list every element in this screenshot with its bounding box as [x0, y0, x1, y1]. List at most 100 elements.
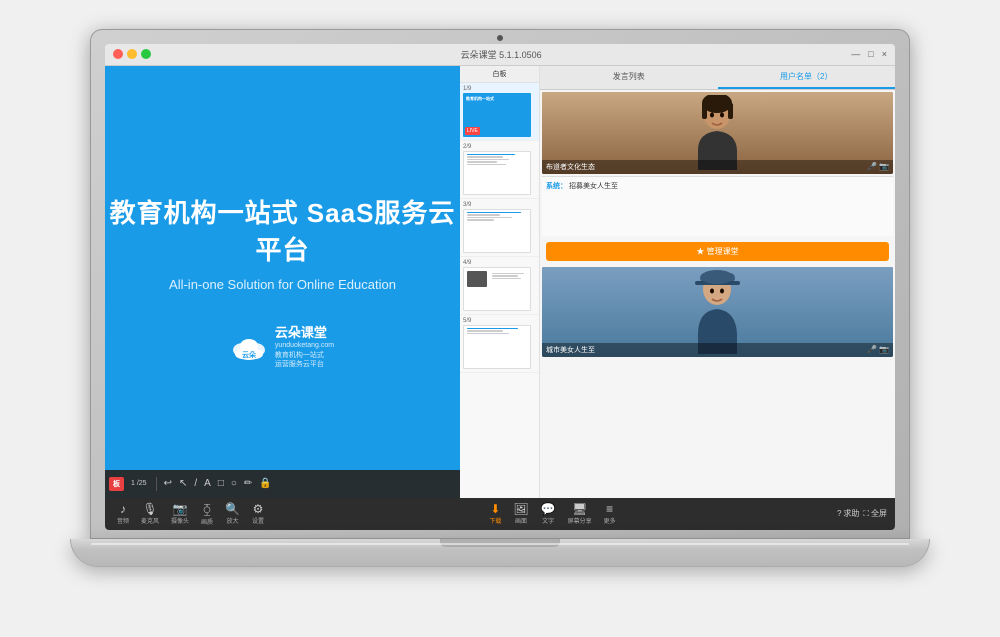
cam-label: 摄像头 [171, 516, 189, 525]
board-button[interactable]: 板 [109, 477, 124, 491]
chat-area: 系统： 招募美女人生至 [542, 176, 893, 236]
zoom-icon: 🔍 [225, 502, 240, 516]
live-badge: LIVE [465, 127, 480, 135]
thumb-num-3: 3/9 [463, 202, 536, 208]
bottom-btn-mic[interactable]: 🎙 麦克风 [137, 502, 163, 525]
chat-label: 文字 [542, 516, 554, 525]
tab-user-list[interactable]: 用户名单（2） [718, 66, 896, 89]
cam-icon: 📷 [173, 502, 188, 516]
thumb-img-3 [463, 209, 531, 253]
video-overlay-2: 城市美女人生至 🎤 📷 [542, 343, 893, 357]
bottom-btn-more[interactable]: ≡ 更多 [600, 502, 620, 525]
thumb-img-5 [463, 325, 531, 369]
bottom-btn-settings[interactable]: ⚙ 设置 [248, 502, 268, 525]
logo-tagline: yunduoketang.com 教育机构一站式 运营服务云平台 [275, 341, 334, 370]
tab-speech-list[interactable]: 发言列表 [540, 66, 718, 89]
more-label: 更多 [604, 516, 616, 525]
share-label: 屏幕分享 [568, 516, 592, 525]
slide-logo: 云朵 云朵课堂 yunduoketang.com 教育机构一站式 运营服务云平台 [105, 322, 460, 370]
video-item-1: 布道者文化生态 🎤 📷 [542, 92, 893, 174]
chat-message: 系统： 招募美女人生至 [546, 181, 889, 191]
text-icon[interactable]: A [202, 478, 213, 489]
video-name-1: 布道者文化生态 [546, 162, 595, 172]
audio-icon: ♪ [120, 502, 126, 516]
help-button[interactable]: ? 求助 [837, 508, 859, 519]
page-info: 1 /25 [127, 480, 151, 487]
slide-thumbnail-2[interactable]: 2/9 [460, 141, 539, 199]
bottom-btn-audio[interactable]: ♪ 音频 [113, 502, 133, 525]
app-window: 云朵课堂 5.1.1.0506 — □ × 教育机构一站式 SaaS服务云平台 … [105, 44, 895, 530]
pen-icon[interactable]: / [192, 478, 199, 489]
settings-label: 设置 [252, 516, 264, 525]
download-icon: ⬇ [490, 502, 500, 516]
window-title: 云朵课堂 5.1.1.0506 [151, 48, 851, 61]
video-item-2: 城市美女人生至 🎤 📷 [542, 267, 893, 357]
laptop-screen-bezel: 云朵课堂 5.1.1.0506 — □ × 教育机构一站式 SaaS服务云平台 … [90, 29, 910, 539]
fullscreen-label: 全屏 [871, 508, 887, 519]
shape-icon[interactable]: □ [216, 478, 226, 489]
zoom-label: 放大 [227, 516, 239, 525]
quality-label: 画质 [201, 517, 213, 526]
help-label: 求助 [843, 508, 859, 519]
title-close-icon[interactable]: × [882, 49, 887, 59]
bottom-btn-chat[interactable]: 💬 文字 [537, 502, 560, 525]
thumb-img-2 [463, 151, 531, 195]
title-minimize-icon[interactable]: — [851, 49, 860, 59]
bottom-btn-quality[interactable]: ⧲ 画质 [197, 502, 217, 526]
slide-thumbnail-1[interactable]: 1/9 教育机构一站式 LIVE [460, 83, 539, 141]
audio-label: 音频 [117, 516, 129, 525]
thumb-img-1: 教育机构一站式 LIVE [463, 93, 531, 137]
bottom-btn-screen[interactable]: 🖼 画面 [509, 502, 532, 525]
lock-icon[interactable]: 🔒 [257, 478, 273, 489]
slide-panel-header: 白板 [460, 66, 539, 83]
person-silhouette-bottom [690, 269, 745, 354]
title-bar-right: — □ × [851, 49, 887, 59]
minimize-button[interactable] [127, 49, 137, 59]
bottom-btn-zoom[interactable]: 🔍 放大 [221, 502, 244, 525]
laptop-base [70, 539, 930, 567]
video-panel: 发言列表 用户名单（2） [540, 66, 895, 498]
presentation-area: 教育机构一站式 SaaS服务云平台 All-in-one Solution fo… [105, 66, 460, 498]
slide-thumbnail-3[interactable]: 3/9 [460, 199, 539, 257]
screen-label: 画面 [515, 516, 527, 525]
help-icon: ? [837, 509, 841, 518]
mic-icon-2: 🎤 [867, 345, 877, 354]
title-restore-icon[interactable]: □ [868, 49, 873, 59]
share-icon: 🖥 [572, 502, 587, 516]
cam-icon-2: 📷 [879, 345, 889, 354]
main-content: 教育机构一站式 SaaS服务云平台 All-in-one Solution fo… [105, 66, 895, 498]
app-bottom-toolbar: ♪ 音频 🎙 麦克风 📷 摄像头 ⧲ 画质 [105, 498, 895, 530]
chat-icon: 💬 [541, 502, 556, 516]
thumb-img-4 [463, 267, 531, 311]
logo-cloud-icon: 云朵 [231, 332, 267, 360]
slide-thumbnail-4[interactable]: 4/9 [460, 257, 539, 315]
bottom-btn-cam[interactable]: 📷 摄像头 [167, 502, 193, 525]
presentation-toolbar: 板 1 /25 ↩ ↖ / A □ ○ ✏ 🔒 [105, 470, 460, 498]
cam-icon-1: 📷 [879, 162, 889, 171]
more-icon: ≡ [606, 502, 613, 516]
logo-name: 云朵课堂 [275, 322, 334, 341]
video-overlay-1: 布道者文化生态 🎤 📷 [542, 160, 893, 174]
bottom-btn-download[interactable]: ⬇ 下载 [485, 502, 505, 525]
circle-icon[interactable]: ○ [229, 478, 239, 489]
window-controls [113, 49, 151, 59]
fullscreen-icon: ⛶ [863, 509, 869, 519]
screen-icon: 🖼 [513, 502, 528, 516]
eraser-icon[interactable]: ✏ [242, 478, 254, 489]
video-list: 布道者文化生态 🎤 📷 系统： [540, 90, 895, 498]
maximize-button[interactable] [141, 49, 151, 59]
slide-thumbnail-5[interactable]: 5/9 [460, 315, 539, 373]
fullscreen-button[interactable]: ⛶ 全屏 [863, 508, 887, 519]
toolbar-divider [156, 477, 157, 491]
video-panel-tabs: 发言列表 用户名单（2） [540, 66, 895, 90]
title-bar: 云朵课堂 5.1.1.0506 — □ × [105, 44, 895, 66]
quality-icon: ⧲ [203, 502, 210, 517]
bottom-btn-share[interactable]: 🖥 屏幕分享 [564, 502, 596, 525]
manage-class-button[interactable]: ★ 管理课堂 [546, 242, 889, 261]
thumb-num-4: 4/9 [463, 260, 536, 266]
slide-content: 教育机构一站式 SaaS服务云平台 All-in-one Solution fo… [105, 193, 460, 370]
cursor-icon[interactable]: ↖ [177, 478, 189, 489]
slide-thumbnail-panel: 白板 1/9 教育机构一站式 LIVE 2/9 [460, 66, 540, 498]
close-button[interactable] [113, 49, 123, 59]
undo-icon[interactable]: ↩ [162, 478, 174, 489]
